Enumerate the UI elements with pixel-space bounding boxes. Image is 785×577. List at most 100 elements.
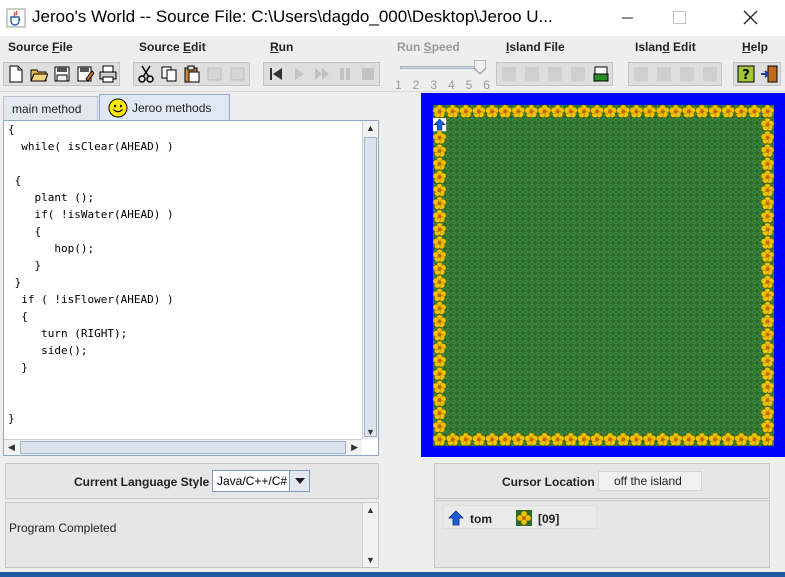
code-line[interactable]: } bbox=[8, 410, 360, 427]
tab-main-method-label: main method bbox=[12, 101, 82, 116]
code-line[interactable]: } bbox=[8, 274, 360, 291]
close-button[interactable] bbox=[728, 0, 774, 36]
grid-button[interactable] bbox=[653, 63, 674, 85]
save-island-as-button[interactable] bbox=[567, 63, 588, 85]
smiley-icon bbox=[108, 98, 128, 117]
status-scroll-up-icon[interactable]: ▲ bbox=[366, 505, 375, 515]
copy-button[interactable] bbox=[158, 63, 179, 85]
code-line[interactable]: } bbox=[8, 257, 360, 274]
language-style-value: Java/C++/C# bbox=[217, 474, 288, 488]
menu-help[interactable]: Help bbox=[742, 40, 768, 54]
code-line[interactable]: { bbox=[8, 121, 360, 138]
scroll-up-icon[interactable]: ▲ bbox=[366, 123, 375, 133]
new-file-button[interactable] bbox=[5, 63, 26, 85]
run-stepwise-button[interactable] bbox=[288, 63, 309, 85]
island-tool-button[interactable] bbox=[699, 63, 720, 85]
title-bar: Jeroo's World -- Source File: C:\Users\d… bbox=[0, 0, 785, 36]
redo-button[interactable] bbox=[227, 63, 248, 85]
edit-mode-button[interactable] bbox=[676, 63, 697, 85]
save-file-button[interactable] bbox=[51, 63, 72, 85]
island-tool-icon bbox=[702, 67, 717, 81]
print-button[interactable] bbox=[97, 63, 118, 85]
code-line[interactable]: side(); bbox=[8, 342, 360, 359]
code-line[interactable] bbox=[8, 376, 360, 393]
open-island-button[interactable] bbox=[521, 63, 542, 85]
island-grass[interactable] bbox=[433, 105, 775, 447]
menu-island-file[interactable]: Island File bbox=[506, 40, 565, 54]
code-area[interactable]: { while( isClear(AHEAD) ) { plant (); if… bbox=[8, 121, 360, 439]
run-continuous-button[interactable] bbox=[311, 63, 332, 85]
vertical-scrollbar[interactable]: ▲ ▼ bbox=[362, 121, 378, 439]
save-as-button[interactable] bbox=[74, 63, 95, 85]
play-icon bbox=[294, 68, 304, 80]
pause-button[interactable] bbox=[334, 63, 355, 85]
flower-icon bbox=[516, 510, 532, 526]
horizontal-scroll-thumb[interactable] bbox=[20, 441, 346, 454]
exit-door-icon bbox=[760, 65, 777, 83]
horizontal-scrollbar[interactable]: ◀ ▶ bbox=[4, 439, 362, 455]
language-style-select[interactable]: Java/C++/C# bbox=[212, 470, 310, 492]
paste-button[interactable] bbox=[181, 63, 202, 85]
speed-track bbox=[400, 66, 480, 69]
jeroo-flower-count: [09] bbox=[538, 512, 560, 526]
language-dropdown-button[interactable] bbox=[289, 471, 309, 491]
clear-island-button[interactable] bbox=[630, 63, 651, 85]
scroll-left-icon[interactable]: ◀ bbox=[8, 442, 15, 453]
print-island-button[interactable] bbox=[590, 63, 611, 85]
maximize-button[interactable] bbox=[656, 0, 702, 36]
scroll-right-icon[interactable]: ▶ bbox=[351, 442, 358, 453]
stop-button[interactable] bbox=[357, 63, 378, 85]
status-scroll-down-icon[interactable]: ▼ bbox=[366, 555, 375, 565]
scroll-down-icon[interactable]: ▼ bbox=[366, 427, 375, 437]
open-file-button[interactable] bbox=[28, 63, 49, 85]
chevron-down-icon bbox=[294, 478, 305, 484]
code-line[interactable]: while( isClear(AHEAD) ) bbox=[8, 138, 360, 155]
code-line[interactable] bbox=[8, 155, 360, 172]
menu-island-edit[interactable]: Island Edit bbox=[635, 40, 696, 54]
code-editor[interactable]: { while( isClear(AHEAD) ) { plant (); if… bbox=[3, 120, 379, 456]
reset-button[interactable] bbox=[265, 63, 286, 85]
menu-run-speed[interactable]: Run Speed bbox=[397, 40, 460, 54]
minimize-button[interactable] bbox=[604, 0, 650, 36]
cursor-location-label: Cursor Location bbox=[502, 475, 595, 489]
copy-icon bbox=[161, 66, 176, 82]
code-line[interactable]: plant (); bbox=[8, 189, 360, 206]
island-canvas[interactable] bbox=[421, 93, 785, 457]
cursor-location-panel: Cursor Location off the island bbox=[434, 463, 770, 499]
run-speed-slider[interactable]: 1 2 3 4 5 6 bbox=[392, 60, 490, 92]
status-scrollbar[interactable]: ▲ ▼ bbox=[362, 503, 378, 567]
minimize-icon bbox=[622, 17, 633, 19]
speed-tick: 5 bbox=[465, 78, 473, 92]
grid-icon bbox=[656, 67, 671, 81]
maximize-icon bbox=[673, 11, 686, 24]
island-map[interactable] bbox=[421, 93, 785, 457]
code-line[interactable]: { bbox=[8, 308, 360, 325]
code-line[interactable] bbox=[8, 393, 360, 410]
language-style-panel: Current Language Style Java/C++/C# bbox=[5, 463, 379, 499]
menu-source-edit[interactable]: Source Edit bbox=[139, 40, 206, 54]
vertical-scroll-thumb[interactable] bbox=[364, 137, 377, 437]
speed-thumb[interactable] bbox=[474, 60, 486, 74]
menu-run[interactable]: Run bbox=[270, 40, 293, 54]
tab-jeroo-methods[interactable]: Jeroo methods bbox=[99, 94, 230, 120]
code-line[interactable]: { bbox=[8, 172, 360, 189]
new-island-button[interactable] bbox=[498, 63, 519, 85]
save-island-button[interactable] bbox=[544, 63, 565, 85]
print-island-icon bbox=[593, 66, 608, 82]
code-line[interactable]: if ( !isFlower(AHEAD) ) bbox=[8, 291, 360, 308]
edit-mode-icon bbox=[679, 67, 694, 81]
exit-button[interactable] bbox=[758, 63, 779, 85]
save-icon bbox=[54, 66, 69, 82]
code-line[interactable]: } bbox=[8, 359, 360, 376]
code-line[interactable]: turn (RIGHT); bbox=[8, 325, 360, 342]
tab-main-method[interactable]: main method bbox=[3, 96, 98, 120]
code-line[interactable]: if( !isWater(AHEAD) ) bbox=[8, 206, 360, 223]
menu-source-file[interactable]: Source File bbox=[8, 40, 73, 54]
editor-tabs: main method Jeroo methods bbox=[0, 94, 380, 120]
printer-icon bbox=[99, 65, 116, 83]
help-button[interactable]: ? bbox=[735, 63, 756, 85]
code-line[interactable]: hop(); bbox=[8, 240, 360, 257]
code-line[interactable]: { bbox=[8, 223, 360, 240]
undo-button[interactable] bbox=[204, 63, 225, 85]
cut-button[interactable] bbox=[135, 63, 156, 85]
